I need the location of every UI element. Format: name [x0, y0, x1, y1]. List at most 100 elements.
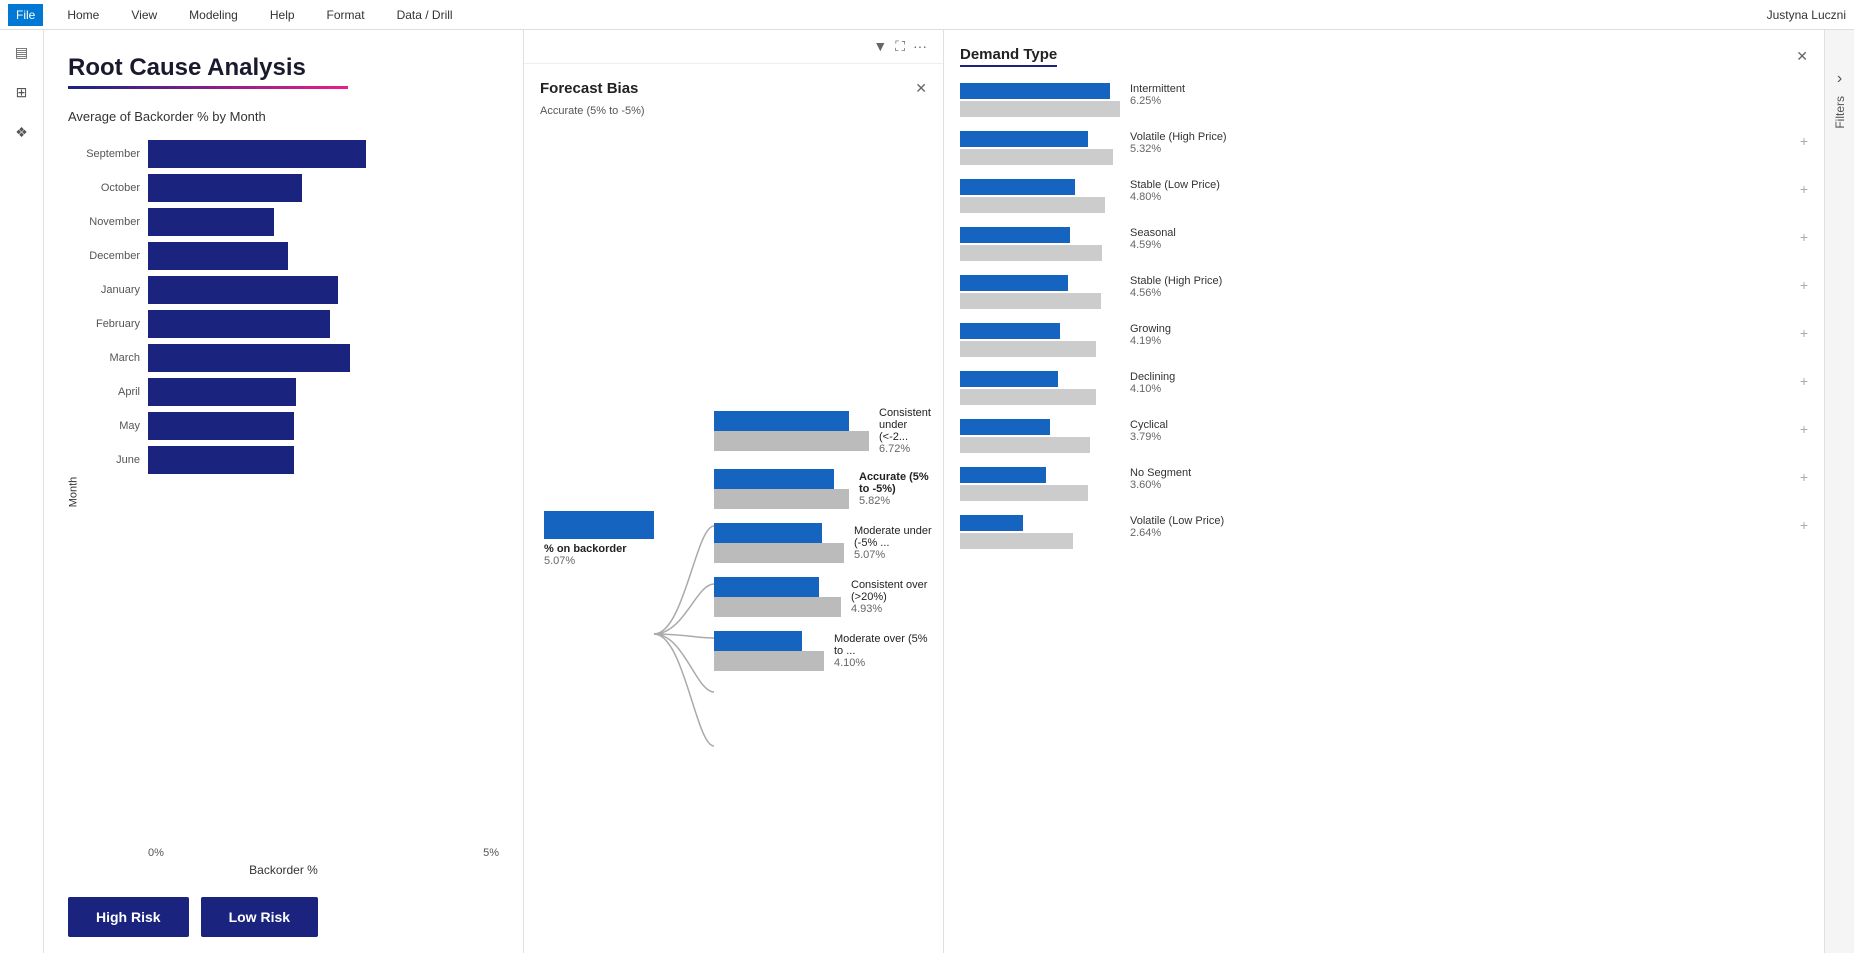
forecast-bias-close[interactable]: ✕ [915, 80, 927, 97]
expand-icon[interactable]: ⛶ [895, 38, 905, 55]
target-bar-gray [714, 431, 869, 451]
filters-label[interactable]: Filters [1833, 96, 1847, 129]
low-risk-button[interactable]: Low Risk [201, 897, 318, 937]
top-bar: File Home View Modeling Help Format Data… [0, 0, 1854, 30]
sidebar-icon-table[interactable]: ⊞ [8, 78, 36, 106]
target-name: Moderate over (5% to ... [834, 633, 934, 657]
user-name: Justyna Luczni [1767, 8, 1846, 22]
bar-chart-wrapper: Month SeptemberOctoberNovemberDecemberJa… [68, 140, 499, 877]
bar-label: April [68, 386, 148, 398]
bar-label: June [68, 454, 148, 466]
demand-item: Growing4.19%+ [960, 323, 1808, 357]
tab-format[interactable]: Format [319, 4, 373, 26]
demand-info: Volatile (Low Price)2.64% [1130, 515, 1224, 539]
source-bar [544, 511, 654, 539]
demand-name: Stable (Low Price) [1130, 179, 1220, 191]
decomp-tree-area: % on backorder 5.07% Consistent under (<… [524, 125, 943, 953]
demand-info: Cyclical3.79% [1130, 419, 1168, 443]
target-bar-gray [714, 597, 841, 617]
tab-help[interactable]: Help [262, 4, 303, 26]
target-value: 4.93% [851, 603, 934, 615]
demand-bar-blue [960, 179, 1075, 195]
target-info: Moderate over (5% to ...4.10% [834, 633, 934, 669]
demand-plus-icon[interactable]: + [1800, 373, 1808, 389]
bar-fill [148, 242, 288, 270]
demand-plus-icon[interactable]: + [1800, 181, 1808, 197]
target-info: Consistent under (<-2...6.72% [879, 407, 934, 455]
demand-bar-blue [960, 419, 1050, 435]
more-icon[interactable]: ··· [913, 38, 927, 55]
demand-plus-icon[interactable]: + [1800, 277, 1808, 293]
bar-container [148, 208, 499, 236]
demand-bar-gray [960, 485, 1088, 501]
bar-label: March [68, 352, 148, 364]
target-node: Consistent under (<-2...6.72% [714, 407, 934, 455]
bar-row: February [68, 310, 499, 338]
bar-container [148, 174, 499, 202]
demand-bar-gray [960, 293, 1101, 309]
demand-bar-blue [960, 131, 1088, 147]
bar-label: September [68, 148, 148, 160]
demand-item: Seasonal4.59%+ [960, 227, 1808, 261]
target-bar-gray [714, 651, 824, 671]
right-sidebar: › Filters [1824, 30, 1854, 953]
sidebar-icon-layers[interactable]: ❖ [8, 118, 36, 146]
demand-plus-icon[interactable]: + [1800, 469, 1808, 485]
filter-icon[interactable]: ▼ [873, 38, 887, 55]
high-risk-button[interactable]: High Risk [68, 897, 189, 937]
demand-name: Intermittent [1130, 83, 1185, 95]
demand-item: Stable (High Price)4.56% + [960, 275, 1808, 309]
right-panel: Demand Type ✕ Intermittent6.25%Volatile … [944, 30, 1824, 953]
demand-plus-icon[interactable]: + [1800, 421, 1808, 437]
target-bar-wrap [714, 411, 869, 451]
target-node: Consistent over (>20%)4.93% [714, 577, 934, 617]
bar-row: September [68, 140, 499, 168]
sidebar-icon-bar-chart[interactable]: ▤ [8, 38, 36, 66]
demand-item: Declining4.10%+ [960, 371, 1808, 405]
source-node: % on backorder 5.07% [544, 511, 654, 567]
bar-container [148, 310, 499, 338]
source-value: 5.07% [544, 555, 654, 567]
x-axis: 0% 5% [148, 847, 499, 859]
demand-plus-icon[interactable]: + [1800, 325, 1808, 341]
target-info: Accurate (5% to -5%)5.82% [859, 471, 934, 507]
demand-item: Stable (Low Price)4.80% + [960, 179, 1808, 213]
demand-type-close[interactable]: ✕ [1796, 48, 1808, 65]
demand-bar-col [960, 227, 1120, 261]
demand-info: Stable (High Price)4.56% [1130, 275, 1222, 299]
top-right-icons: ▼ ⛶ ··· [524, 30, 943, 64]
collapse-arrow[interactable]: › [1837, 70, 1842, 88]
tab-file[interactable]: File [8, 4, 43, 26]
bar-fill [148, 378, 296, 406]
tab-data-drill[interactable]: Data / Drill [389, 4, 461, 26]
bar-fill [148, 140, 366, 168]
demand-bar-gray [960, 533, 1073, 549]
demand-name: Volatile (High Price) [1130, 131, 1227, 143]
demand-plus-icon[interactable]: + [1800, 517, 1808, 533]
target-bar-blue [714, 411, 849, 431]
bar-label: November [68, 216, 148, 228]
demand-name: Growing [1130, 323, 1171, 335]
bar-container [148, 344, 499, 372]
demand-list: Intermittent6.25%Volatile (High Price)5.… [944, 75, 1824, 953]
target-bar-wrap [714, 577, 841, 617]
tab-home[interactable]: Home [59, 4, 107, 26]
bar-row: April [68, 378, 499, 406]
forecast-bias-title: Forecast Bias [540, 80, 638, 97]
bar-fill [148, 310, 330, 338]
tab-view[interactable]: View [123, 4, 165, 26]
target-bar-blue [714, 631, 802, 651]
demand-plus-icon[interactable]: + [1800, 229, 1808, 245]
demand-plus-icon[interactable]: + [1800, 133, 1808, 149]
demand-bar-col [960, 419, 1120, 453]
target-name: Consistent over (>20%) [851, 579, 934, 603]
bar-row: October [68, 174, 499, 202]
demand-item: Intermittent6.25% [960, 83, 1808, 117]
demand-name: No Segment [1130, 467, 1191, 479]
demand-value: 4.59% [1130, 239, 1176, 251]
demand-info: Stable (Low Price)4.80% [1130, 179, 1220, 203]
tab-modeling[interactable]: Modeling [181, 4, 246, 26]
target-info: Moderate under (-5% ...5.07% [854, 525, 934, 561]
bar-fill [148, 276, 338, 304]
demand-bar-blue [960, 83, 1110, 99]
